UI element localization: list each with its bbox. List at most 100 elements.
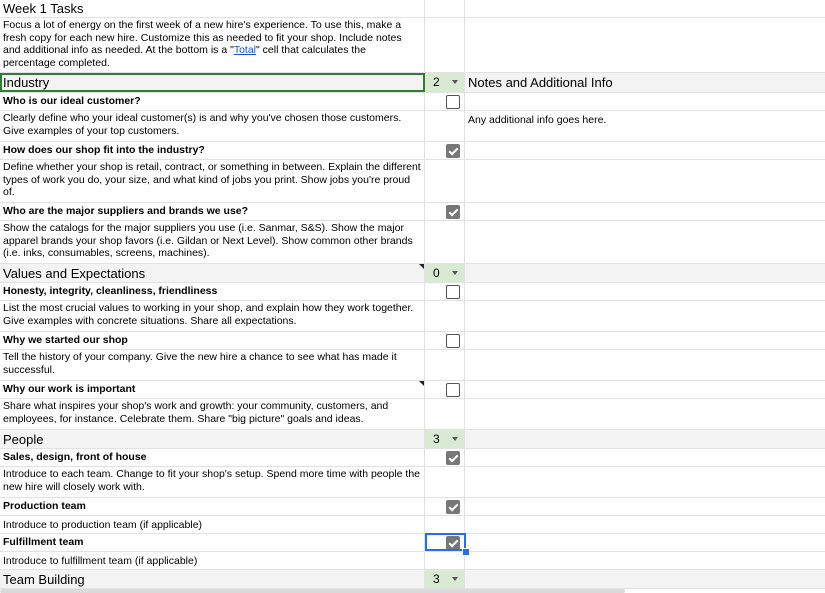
count-dropdown-values[interactable]: 0 (425, 264, 464, 282)
checkbox-cell[interactable] (425, 449, 465, 466)
task-title[interactable]: Honesty, integrity, cleanliness, friendl… (0, 283, 425, 300)
cell[interactable] (465, 449, 825, 466)
sheet-title[interactable]: Week 1 Tasks (0, 0, 425, 17)
cell[interactable] (425, 399, 465, 429)
checkbox[interactable] (446, 144, 460, 158)
dropdown-arrow-icon[interactable] (452, 271, 458, 275)
task-description[interactable]: Introduce to production team (if applica… (0, 516, 425, 533)
cell[interactable] (425, 18, 465, 72)
count-dropdown-people[interactable]: 3 (425, 430, 464, 448)
count-dropdown-team-building[interactable]: 3 (425, 570, 464, 588)
cell[interactable] (465, 160, 825, 202)
cell[interactable] (425, 111, 465, 141)
task-title[interactable]: Why we started our shop (0, 332, 425, 349)
cell[interactable] (465, 498, 825, 515)
cell[interactable] (425, 516, 465, 533)
cell[interactable] (465, 534, 825, 551)
notes-header[interactable]: Notes and Additional Info (465, 73, 825, 92)
section-label-values[interactable]: Values and Expectations (0, 264, 425, 282)
task-description[interactable]: Define whether your shop is retail, cont… (0, 160, 425, 202)
cell[interactable] (465, 399, 825, 429)
cell[interactable] (465, 93, 825, 110)
task-desc-row: Introduce to production team (if applica… (0, 516, 825, 534)
checkbox[interactable] (446, 383, 460, 397)
cell[interactable] (465, 350, 825, 380)
cell[interactable] (465, 0, 825, 17)
task-description[interactable]: Show the catalogs for the major supplier… (0, 221, 425, 263)
checkbox-cell[interactable] (425, 93, 465, 110)
count-cell-industry[interactable]: 2 (425, 73, 465, 92)
checkbox-cell[interactable] (425, 283, 465, 300)
checkbox-cell[interactable] (425, 332, 465, 349)
task-row: Fulfillment team (0, 534, 825, 552)
cell[interactable] (425, 552, 465, 569)
task-description[interactable]: Introduce to each team. Change to fit yo… (0, 467, 425, 497)
checkbox[interactable] (446, 334, 460, 348)
section-label-team-building[interactable]: Team Building (0, 570, 425, 588)
section-people: People 3 (0, 430, 825, 449)
task-note[interactable]: Any additional info goes here. (465, 111, 825, 141)
checkbox-cell[interactable] (425, 534, 465, 551)
task-title[interactable]: Fulfillment team (0, 534, 425, 551)
task-title[interactable]: Sales, design, front of house (0, 449, 425, 466)
cell[interactable] (425, 0, 465, 17)
task-title[interactable]: Who are the major suppliers and brands w… (0, 203, 425, 220)
task-title[interactable]: Who is our ideal customer? (0, 93, 425, 110)
cell[interactable] (465, 381, 825, 398)
cell[interactable] (425, 160, 465, 202)
comment-indicator-icon[interactable] (419, 264, 424, 269)
task-description[interactable]: Introduce to fulfillment team (if applic… (0, 552, 425, 569)
fill-handle[interactable] (462, 548, 470, 556)
task-title[interactable]: How does our shop fit into the industry? (0, 142, 425, 159)
task-title[interactable]: Production team (0, 498, 425, 515)
task-description[interactable]: List the most crucial values to working … (0, 301, 425, 331)
task-description[interactable]: Share what inspires your shop's work and… (0, 399, 425, 429)
comment-indicator-icon[interactable] (419, 381, 424, 386)
count-cell-team-building[interactable]: 3 (425, 570, 465, 588)
task-row: Why we started our shop (0, 332, 825, 350)
count-dropdown-industry[interactable]: 2 (425, 73, 464, 92)
cell[interactable] (465, 283, 825, 300)
cell[interactable] (465, 142, 825, 159)
dropdown-arrow-icon[interactable] (452, 577, 458, 581)
cell[interactable] (425, 467, 465, 497)
cell[interactable] (465, 18, 825, 72)
dropdown-arrow-icon[interactable] (452, 80, 458, 84)
cell[interactable] (425, 301, 465, 331)
cell[interactable] (465, 570, 825, 588)
dropdown-arrow-icon[interactable] (452, 437, 458, 441)
count-cell-values[interactable]: 0 (425, 264, 465, 282)
checkbox[interactable] (446, 285, 460, 299)
cell[interactable] (465, 516, 825, 533)
cell[interactable] (465, 552, 825, 569)
section-team-building: Team Building 3 (0, 570, 825, 589)
horizontal-scrollbar[interactable] (0, 589, 625, 593)
cell[interactable] (465, 332, 825, 349)
count-cell-people[interactable]: 3 (425, 430, 465, 448)
cell[interactable] (425, 221, 465, 263)
task-description[interactable]: Clearly define who your ideal customer(s… (0, 111, 425, 141)
checkbox-cell[interactable] (425, 498, 465, 515)
cell[interactable] (465, 221, 825, 263)
checkbox-cell[interactable] (425, 142, 465, 159)
cell[interactable] (465, 301, 825, 331)
section-label-people[interactable]: People (0, 430, 425, 448)
checkbox-cell[interactable] (425, 203, 465, 220)
checkbox[interactable] (446, 500, 460, 514)
checkbox[interactable] (446, 536, 460, 550)
cell[interactable] (465, 467, 825, 497)
task-description[interactable]: Tell the history of your company. Give t… (0, 350, 425, 380)
section-label-industry[interactable]: Industry (0, 73, 425, 92)
checkbox[interactable] (446, 451, 460, 465)
checkbox[interactable] (446, 205, 460, 219)
cell[interactable] (465, 203, 825, 220)
cell[interactable] (425, 350, 465, 380)
cell[interactable] (465, 430, 825, 448)
intro-text[interactable]: Focus a lot of energy on the first week … (0, 18, 425, 72)
task-title[interactable]: Why our work is important (0, 381, 425, 398)
checkbox-cell[interactable] (425, 381, 465, 398)
cell[interactable] (465, 264, 825, 282)
checkbox[interactable] (446, 95, 460, 109)
total-link[interactable]: Total (234, 44, 256, 56)
task-desc-row: Introduce to each team. Change to fit yo… (0, 467, 825, 498)
